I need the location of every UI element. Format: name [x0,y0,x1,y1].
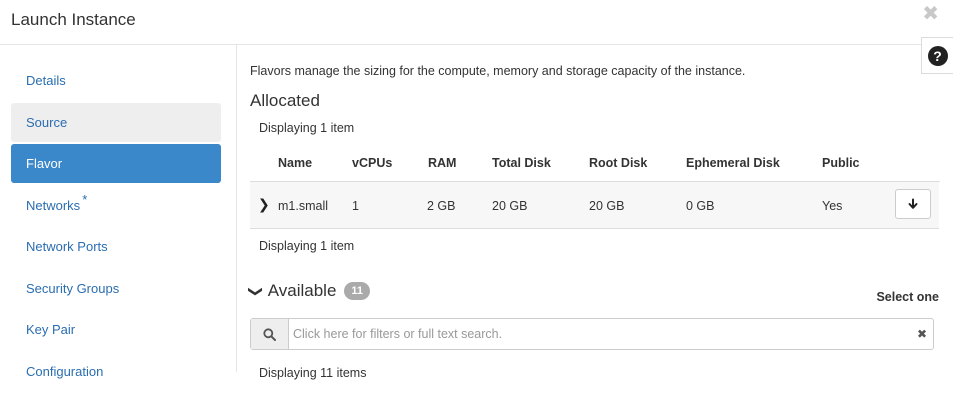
nav-item-source[interactable]: Source [11,102,221,142]
help-button[interactable]: ? [921,37,953,74]
nav-item-network-ports[interactable]: Network Ports [11,227,221,266]
column-ephemeral-disk: Ephemeral Disk [686,156,780,170]
table-row: ❯ m1.small 1 2 GB 20 GB 20 GB 0 GB Yes [250,182,939,229]
available-count-badge: 11 [344,282,371,300]
search-icon [251,319,289,349]
modal-title: Launch Instance [11,10,136,29]
nav-item-label: Flavor [26,156,63,171]
nav-item-label: Configuration [26,363,104,379]
nav-item-label: Networks [26,197,81,213]
nav-item-label: Key Pair [26,322,76,337]
cell-root-disk: 20 GB [589,199,625,213]
close-icon[interactable]: ✖ [922,4,939,24]
intro-text: Flavors manage the sizing for the comput… [250,64,746,78]
cell-total-disk: 20 GB [492,199,528,213]
allocated-table-header: Name vCPUs RAM Total Disk Root Disk Ephe… [250,149,940,182]
cell-ram: 2 GB [427,199,456,213]
column-public: Public [822,156,860,170]
required-marker: * [82,192,88,208]
select-one-hint: Select one [876,290,939,304]
nav-item-label: Details [26,73,66,88]
cell-public: Yes [822,199,843,213]
column-total-disk: Total Disk [492,156,551,170]
chevron-down-icon: ❯ [248,285,265,297]
column-root-disk: Root Disk [589,156,648,170]
allocated-count-bottom: Displaying 1 item [259,239,355,253]
column-vcpus: vCPUs [352,156,393,170]
chevron-right-icon[interactable]: ❯ [258,196,270,213]
allocated-count-top: Displaying 1 item [259,121,355,135]
nav-item-flavor[interactable]: Flavor [11,144,221,183]
cell-ephemeral-disk: 0 GB [686,199,715,213]
clear-icon[interactable]: ✖ [917,327,927,341]
nav-item-networks[interactable]: Networks * [11,186,221,225]
divider [236,45,237,372]
nav-item-label: Network Ports [26,239,108,254]
search-input[interactable] [293,319,913,349]
search-bar: ✖ [250,318,934,350]
column-ram: RAM [428,156,457,170]
nav-item-label: Security Groups [26,280,120,296]
available-heading: Available [267,281,337,300]
cell-name: m1.small [278,199,329,213]
question-circle-icon: ? [927,45,948,66]
nav-item-label: Source [26,114,68,130]
nav-item-details[interactable]: Details [11,61,221,100]
wizard-nav: Details Source Flavor Networks * Network … [11,61,221,393]
available-toggle[interactable]: ❯ Available 11 [248,281,371,301]
arrow-down-icon [908,198,918,209]
modal-header: Launch Instance ✖ [0,0,953,45]
cell-vcpus: 1 [352,199,359,213]
allocated-heading: Allocated [250,91,320,110]
available-count: Displaying 11 items [259,366,367,380]
deallocate-button[interactable] [895,189,931,219]
nav-item-security-groups[interactable]: Security Groups [11,269,221,308]
nav-item-key-pair[interactable]: Key Pair [11,310,221,349]
column-name: Name [278,156,313,170]
nav-item-configuration[interactable]: Configuration [11,352,221,391]
